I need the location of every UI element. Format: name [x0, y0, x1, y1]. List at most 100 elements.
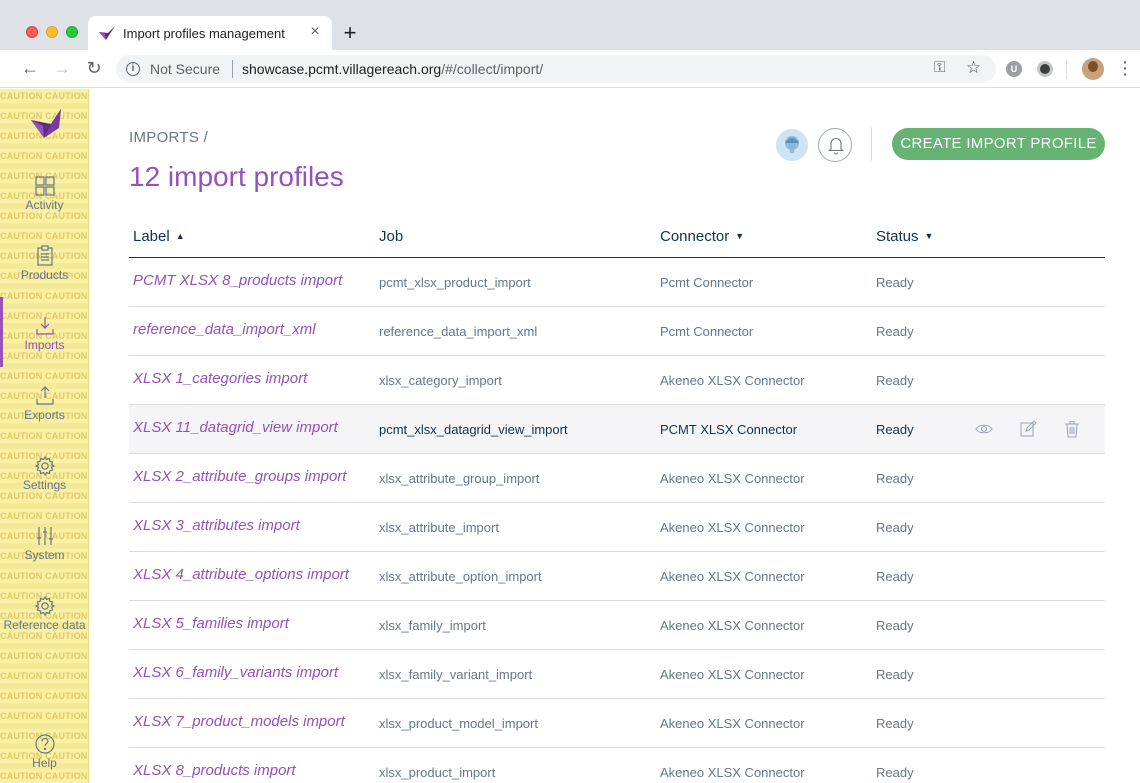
url-path: /#/collect/import/ [441, 61, 544, 77]
sidebar-item-label: Products [20, 268, 69, 282]
sidebar-item-imports[interactable]: Imports [0, 311, 88, 373]
akeneo-logo-icon[interactable] [29, 106, 63, 140]
bookmark-star-icon[interactable]: ☆ [966, 58, 981, 78]
column-header-status[interactable]: Status ▼ [876, 228, 933, 245]
profile-avatar[interactable] [1082, 58, 1104, 80]
page-title: 12 import profiles [129, 161, 344, 192]
table-row[interactable]: XLSX 5_families import xlsx_family_impor… [129, 601, 1105, 650]
row-status: Ready [876, 324, 914, 339]
row-status: Ready [876, 471, 914, 486]
row-label[interactable]: XLSX 2_attribute_groups import [133, 468, 346, 485]
window-minimize-button[interactable] [46, 26, 58, 38]
row-connector: Akeneo XLSX Connector [660, 520, 805, 535]
delete-icon[interactable] [1063, 420, 1081, 438]
row-job: reference_data_import_xml [379, 324, 538, 339]
row-status: Ready [876, 569, 914, 584]
row-connector: PCMT XLSX Connector [660, 422, 798, 437]
row-job: xlsx_attribute_import [379, 520, 499, 535]
gear-icon [34, 595, 56, 617]
create-import-profile-button[interactable]: CREATE IMPORT PROFILE [892, 128, 1105, 160]
sidebar-item-label: System [24, 548, 65, 562]
filter-dropdown-icon: ▼ [924, 231, 934, 241]
notifications-button[interactable] [818, 128, 852, 162]
row-status: Ready [876, 373, 914, 388]
row-label[interactable]: XLSX 3_attributes import [133, 517, 300, 534]
table-row[interactable]: reference_data_import_xml reference_data… [129, 307, 1105, 356]
address-bar[interactable]: i Not Secure showcase.pcmt.villagereach.… [116, 55, 996, 83]
table-row[interactable]: XLSX 1_categories import xlsx_category_i… [129, 356, 1105, 405]
row-label[interactable]: PCMT XLSX 8_products import [133, 272, 342, 289]
table-row[interactable]: PCMT XLSX 8_products import pcmt_xlsx_pr… [129, 258, 1105, 307]
row-job: pcmt_xlsx_product_import [379, 275, 531, 290]
window-zoom-button[interactable] [66, 26, 78, 38]
key-icon[interactable]: ⚿ [934, 59, 945, 76]
row-label[interactable]: XLSX 6_family_variants import [133, 664, 338, 681]
forward-arrow-icon[interactable]: → [52, 58, 72, 78]
browser-tab-bar: Import profiles management × + [0, 0, 1140, 50]
row-connector: Akeneo XLSX Connector [660, 373, 805, 388]
table-row[interactable]: XLSX 4_attribute_options import xlsx_att… [129, 552, 1105, 601]
sidebar-item-label: Exports [24, 408, 65, 422]
sidebar-item-activity[interactable]: Activity [0, 171, 88, 233]
row-label[interactable]: XLSX 8_products import [133, 762, 296, 779]
extension-circle-icon[interactable] [1037, 61, 1053, 77]
browser-tab-active[interactable]: Import profiles management × [88, 16, 332, 50]
clipboard-icon [37, 245, 53, 266]
extension-u-icon[interactable]: U [1006, 61, 1022, 77]
row-job: xlsx_product_model_import [379, 716, 538, 731]
dashboard-icon [35, 176, 55, 196]
row-label[interactable]: XLSX 11_datagrid_view import [133, 419, 338, 436]
column-header-connector-text: Connector [660, 228, 730, 245]
row-connector: Pcmt Connector [660, 324, 754, 339]
view-icon[interactable] [975, 420, 993, 438]
row-label[interactable]: XLSX 4_attribute_options import [133, 566, 349, 583]
url-host: showcase.pcmt.villagereach.org [242, 61, 442, 77]
info-icon[interactable]: i [126, 62, 140, 76]
row-actions [975, 420, 1085, 440]
row-job: xlsx_attribute_option_import [379, 569, 542, 584]
table-row-hovered[interactable]: XLSX 11_datagrid_view import pcmt_xlsx_d… [129, 405, 1105, 454]
sidebar: CAUTION CAUTION CAUTION CAUTION CAUTION C… [0, 89, 89, 783]
row-status: Ready [876, 422, 914, 437]
row-status: Ready [876, 520, 914, 535]
browser-menu-icon[interactable]: ⋮ [1116, 58, 1134, 78]
sliders-icon [37, 527, 53, 545]
sidebar-item-system[interactable]: System [0, 521, 88, 583]
row-job: xlsx_family_import [379, 618, 486, 633]
row-label[interactable]: XLSX 1_categories import [133, 370, 307, 387]
user-avatar[interactable] [776, 129, 808, 161]
reload-icon[interactable]: ↻ [84, 58, 104, 78]
row-label[interactable]: XLSX 5_families import [133, 615, 289, 632]
edit-icon[interactable] [1019, 420, 1037, 438]
tab-close-icon[interactable]: × [306, 23, 324, 41]
table-row[interactable]: XLSX 8_products import xlsx_product_impo… [129, 748, 1105, 783]
column-header-label[interactable]: Label ▲ [133, 228, 185, 245]
row-connector: Akeneo XLSX Connector [660, 765, 805, 780]
table-row[interactable]: XLSX 2_attribute_groups import xlsx_attr… [129, 454, 1105, 503]
grid-header: Label ▲ Job Connector ▼ Status ▼ [129, 215, 1105, 258]
toolbar-separator [1066, 61, 1067, 79]
url-text[interactable]: showcase.pcmt.villagereach.org/#/collect… [242, 61, 543, 77]
new-tab-button[interactable]: + [340, 22, 360, 44]
column-header-connector[interactable]: Connector ▼ [660, 228, 744, 245]
sidebar-item-settings[interactable]: Settings [0, 451, 88, 513]
row-label[interactable]: XLSX 7_product_models import [133, 713, 345, 730]
table-row[interactable]: XLSX 3_attributes import xlsx_attribute_… [129, 503, 1105, 552]
table-row[interactable]: XLSX 7_product_models import xlsx_produc… [129, 699, 1105, 748]
security-label: Not Secure [150, 61, 221, 77]
gear-icon [34, 455, 56, 477]
breadcrumb[interactable]: IMPORTS / [129, 129, 208, 146]
row-status: Ready [876, 765, 914, 780]
back-arrow-icon[interactable]: ← [20, 58, 40, 78]
sidebar-item-exports[interactable]: Exports [0, 381, 88, 443]
sidebar-item-help[interactable]: Help [0, 729, 88, 783]
sidebar-item-reference-data[interactable]: Reference data [0, 591, 88, 653]
window-close-button[interactable] [26, 26, 38, 38]
row-job: pcmt_xlsx_datagrid_view_import [379, 422, 568, 437]
sidebar-item-products[interactable]: Products [0, 241, 88, 303]
akeneo-favicon-icon [99, 26, 115, 40]
browser-toolbar: ← → ↻ i Not Secure showcase.pcmt.village… [0, 50, 1140, 88]
table-row[interactable]: XLSX 6_family_variants import xlsx_famil… [129, 650, 1105, 699]
caution-watermark-line: CAUTION CAUTION CAUTION [0, 691, 88, 701]
row-label[interactable]: reference_data_import_xml [133, 321, 316, 338]
